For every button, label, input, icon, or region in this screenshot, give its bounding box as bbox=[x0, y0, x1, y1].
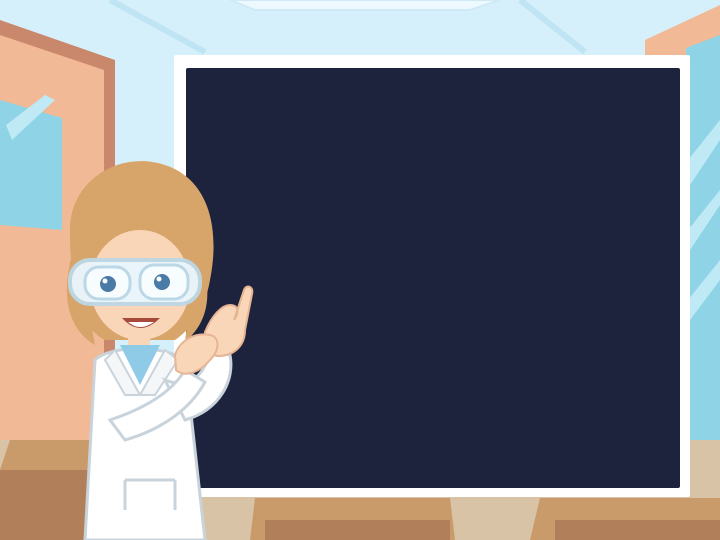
classroom-scene bbox=[0, 0, 720, 540]
scientist-girl-icon bbox=[66, 161, 254, 540]
